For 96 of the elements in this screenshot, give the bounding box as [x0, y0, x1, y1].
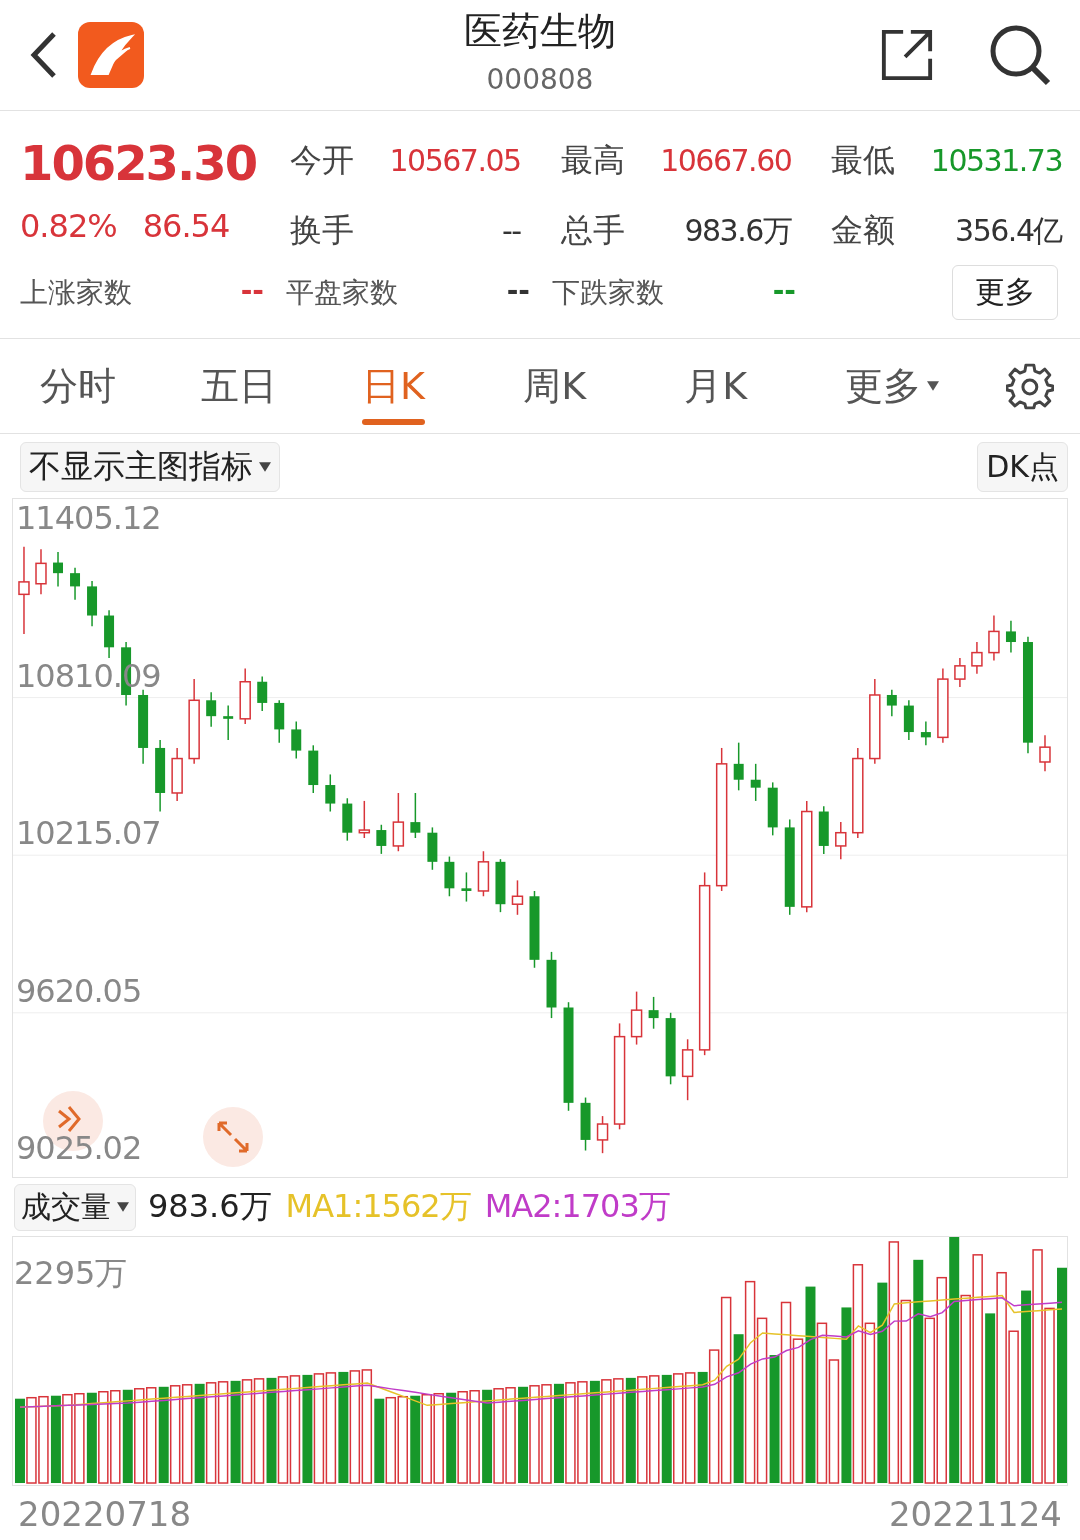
candle — [767, 781, 778, 837]
stat-label: 总手 — [560, 210, 625, 251]
candle — [546, 951, 557, 1019]
candle — [325, 773, 336, 813]
dk-button[interactable]: DK点 — [977, 442, 1068, 492]
end-date: 20221124 — [888, 1494, 1062, 1534]
candle — [461, 871, 472, 903]
candle — [835, 821, 847, 860]
candle — [410, 792, 421, 839]
candle — [920, 720, 931, 747]
period-tab[interactable]: 更多 — [845, 339, 922, 433]
caret-icon — [117, 1202, 129, 1212]
stat-value: 10531.73 — [929, 143, 1062, 178]
candle — [511, 879, 524, 916]
candle — [648, 996, 659, 1030]
price-axis-label: 11405.12 — [16, 502, 161, 534]
candle — [988, 614, 1000, 662]
index-title: 医药生物 — [464, 8, 616, 55]
candle — [206, 691, 217, 728]
moving-average-label: MA1:1562万 — [285, 1186, 471, 1227]
stat-label: 换手 — [290, 210, 354, 251]
candle — [903, 699, 914, 741]
candle — [596, 1115, 609, 1154]
breadth-value: -- — [772, 273, 796, 309]
candle — [223, 704, 234, 741]
candle — [291, 720, 302, 760]
stat-value: 983.6万 — [683, 212, 792, 250]
candle — [733, 741, 744, 792]
candle — [342, 797, 353, 842]
caret-icon — [259, 462, 271, 472]
candle — [104, 609, 115, 659]
indicator-dropdown[interactable]: 不显示主图指标 — [20, 442, 280, 492]
candle — [308, 744, 319, 794]
candle — [239, 667, 251, 725]
period-tab[interactable]: 日K — [362, 339, 425, 433]
price-axis-label: 10215.07 — [16, 817, 161, 850]
candle — [444, 855, 455, 897]
share-icon[interactable] — [880, 28, 934, 82]
period-tab[interactable]: 周K — [523, 339, 587, 433]
candle — [392, 792, 405, 852]
candle — [171, 747, 183, 802]
stat-label: 今开 — [290, 140, 354, 181]
candle — [87, 580, 98, 627]
candle — [1039, 734, 1051, 772]
breadth-label: 下跌家数 — [552, 274, 664, 311]
price-axis-label: 9025.02 — [16, 1132, 142, 1165]
settings-icon[interactable] — [1006, 362, 1054, 410]
volume-dropdown[interactable]: 成交量 — [14, 1183, 136, 1231]
candle — [358, 800, 371, 839]
search-icon[interactable] — [988, 23, 1052, 87]
current-price: 10623.30 — [20, 135, 257, 193]
stat-label: 最低 — [831, 140, 896, 181]
stat-value: 356.4亿 — [954, 212, 1062, 250]
candle — [886, 688, 897, 717]
caret-icon[interactable] — [927, 381, 940, 391]
period-tab[interactable]: 分时 — [40, 339, 116, 433]
price-axis-label: 9620.05 — [16, 974, 142, 1007]
candle — [70, 567, 80, 601]
stat-value: 10567.05 — [388, 143, 521, 178]
start-date: 20220718 — [18, 1494, 192, 1534]
breadth-value: -- — [506, 273, 530, 309]
candle — [477, 850, 490, 897]
candle — [495, 858, 506, 913]
breadth-label: 平盘家数 — [286, 274, 398, 311]
volume-axis-label: 2295万 — [14, 1253, 128, 1294]
more-button[interactable]: 更多 — [952, 265, 1058, 320]
period-tab[interactable]: 五日 — [201, 339, 278, 433]
moving-average-label: MA2:1703万 — [484, 1186, 670, 1227]
back-icon[interactable] — [28, 30, 58, 80]
stat-value: 10667.60 — [659, 143, 792, 178]
change-percent: 0.82% — [20, 206, 117, 245]
breadth-value: -- — [240, 273, 264, 309]
breadth-label: 上涨家数 — [20, 274, 132, 311]
stat-label: 最高 — [560, 140, 625, 181]
candle — [580, 1096, 591, 1152]
candle — [1005, 620, 1016, 654]
candle — [376, 824, 387, 855]
candle — [53, 551, 63, 588]
change-amount: 86.54 — [142, 206, 230, 245]
candle — [971, 641, 983, 675]
period-tab[interactable]: 月K — [684, 339, 748, 433]
index-code: 000808 — [486, 63, 594, 96]
candle — [257, 675, 268, 712]
app-logo-icon[interactable] — [78, 22, 144, 88]
candle — [274, 699, 285, 744]
candle — [954, 657, 966, 688]
fullscreen-icon[interactable] — [201, 1105, 265, 1169]
stat-value: -- — [501, 213, 521, 248]
candle — [35, 548, 47, 596]
candle — [750, 763, 761, 802]
volume-value: 983.6万 — [148, 1186, 272, 1227]
stat-label: 金额 — [831, 210, 896, 251]
candle — [427, 826, 438, 871]
candle — [681, 1038, 694, 1101]
candle — [818, 805, 829, 855]
candle — [630, 990, 643, 1046]
